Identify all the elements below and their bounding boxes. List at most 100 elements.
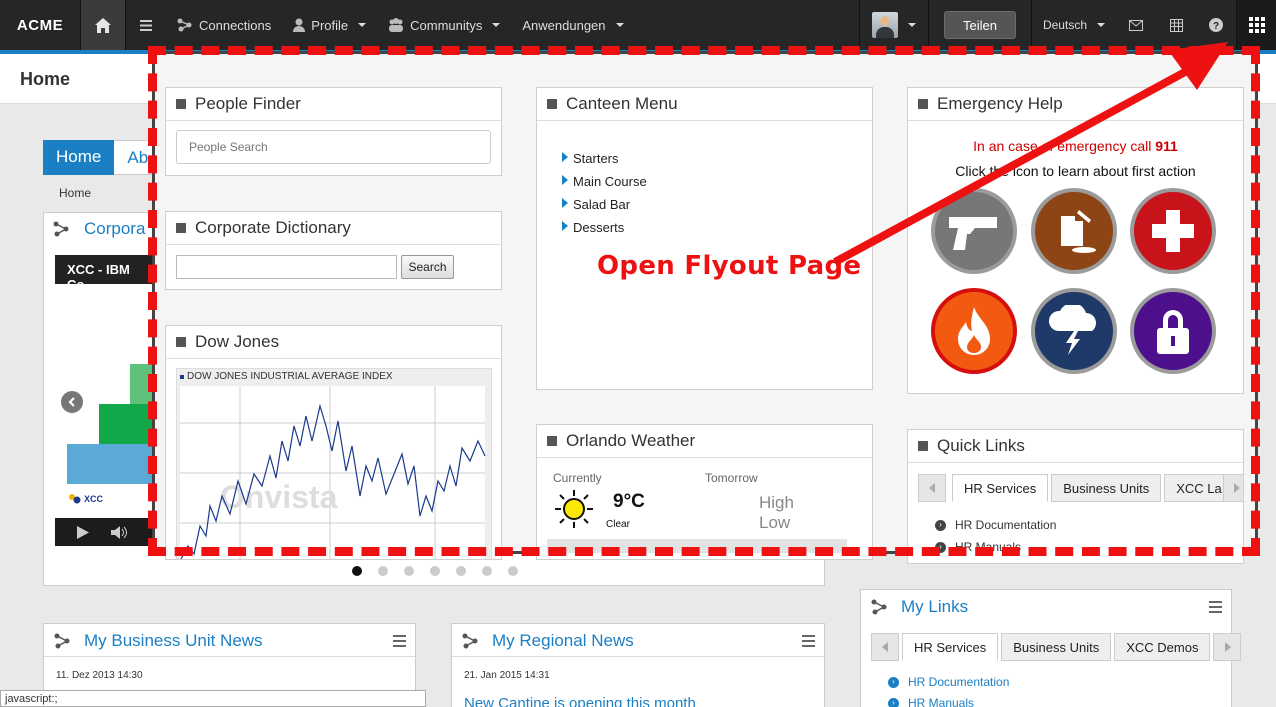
- chevron-down-icon: [1097, 23, 1105, 27]
- gun-icon[interactable]: [931, 188, 1017, 274]
- carousel-dot[interactable]: [430, 566, 440, 576]
- xcc-logo-mark: [69, 494, 81, 504]
- dow-jones-widget: Dow Jones DOW JONES INDUSTRIAL AVERAGE I…: [165, 325, 502, 560]
- tab-business-units[interactable]: Business Units: [1051, 474, 1162, 502]
- news-headline[interactable]: New Cantine is opening this month: [464, 695, 696, 707]
- legend-swatch: [180, 374, 184, 379]
- tab-business-units[interactable]: Business Units: [1001, 633, 1112, 661]
- chevron-down-icon: [907, 23, 916, 27]
- hamburger-icon[interactable]: [393, 635, 406, 650]
- widget-bullet: [176, 99, 186, 109]
- emergency-call-text: In an case of emergency call 911: [908, 138, 1243, 154]
- calendar-icon: [1169, 18, 1183, 32]
- fuel-can-icon[interactable]: [1031, 188, 1117, 274]
- corporate-card-title[interactable]: Corpora: [84, 219, 145, 239]
- svg-text:?: ?: [1213, 21, 1219, 32]
- corporate-dictionary-widget: Corporate Dictionary Search: [165, 211, 502, 290]
- tab-xcc-la[interactable]: XCC La: [1164, 474, 1225, 502]
- business-news-title[interactable]: My Business Unit News: [84, 631, 263, 651]
- chevron-right-icon: [1234, 483, 1241, 493]
- weather-currently-label: Currently: [553, 471, 602, 485]
- dow-chart-frame: DOW JONES INDUSTRIAL AVERAGE INDEX Onvis…: [176, 368, 492, 559]
- play-icon[interactable]: [77, 525, 89, 539]
- tabs-prev-button[interactable]: [871, 633, 899, 661]
- widget-header: Orlando Weather: [537, 425, 872, 458]
- chevron-down-icon: [358, 23, 367, 27]
- my-links-title[interactable]: My Links: [901, 597, 968, 617]
- nav-anwendungen-label: Anwendungen: [522, 17, 606, 33]
- carousel-dot[interactable]: [482, 566, 492, 576]
- canteen-item-desserts[interactable]: Desserts: [562, 216, 647, 239]
- widget-header: People Finder: [166, 88, 501, 121]
- tabs-next-button[interactable]: [1213, 633, 1242, 661]
- help-button[interactable]: ?: [1196, 0, 1236, 50]
- user-menu[interactable]: [860, 0, 928, 50]
- widget-title: Quick Links: [937, 436, 1025, 455]
- widget-bullet: [918, 441, 928, 451]
- carousel-prev-button[interactable]: [61, 391, 83, 413]
- quick-link-item[interactable]: › HR Manuals: [935, 540, 1021, 554]
- dictionary-search-input[interactable]: [176, 255, 397, 279]
- emergency-instruction: Click the icon to learn about first acti…: [955, 163, 1196, 179]
- news-date: 21. Jan 2015 14:31: [464, 670, 550, 681]
- carousel-dot[interactable]: [404, 566, 414, 576]
- nav-profile[interactable]: Profile: [282, 0, 377, 50]
- canteen-item-main-course[interactable]: Main Course: [562, 170, 647, 193]
- mail-button[interactable]: [1116, 0, 1156, 50]
- breadcrumb[interactable]: Home: [59, 186, 91, 200]
- widget-header: Canteen Menu: [537, 88, 872, 121]
- flyout-page: People Finder Corporate Dictionary Searc…: [152, 51, 1258, 564]
- nav-communitys[interactable]: Communitys: [377, 0, 511, 50]
- widget-title: Emergency Help: [937, 94, 1063, 113]
- fire-icon[interactable]: [931, 288, 1017, 374]
- lock-icon[interactable]: [1130, 288, 1216, 374]
- weather-temperature: 9°C: [613, 491, 645, 512]
- my-link-item[interactable]: › HR Documentation: [888, 675, 1009, 689]
- quick-links-tabs: HR Services Business Units XCC La: [918, 474, 1243, 502]
- dictionary-search-button[interactable]: Search: [401, 255, 454, 279]
- regional-news-title[interactable]: My Regional News: [492, 631, 634, 651]
- share-button[interactable]: Teilen: [943, 11, 1016, 39]
- news-date: 11. Dez 2013 14:30: [56, 670, 143, 681]
- carousel-dot[interactable]: [378, 566, 388, 576]
- calendar-button[interactable]: [1156, 0, 1196, 50]
- tabs-next-button[interactable]: [1222, 474, 1243, 502]
- canteen-item-starters[interactable]: Starters: [562, 147, 647, 170]
- acme-logo[interactable]: ACME: [0, 0, 80, 50]
- weather-low-label: Low: [759, 513, 791, 532]
- widget-header: Dow Jones: [166, 326, 501, 359]
- sun-icon: [555, 490, 593, 528]
- widget-header: Corporate Dictionary: [166, 212, 501, 245]
- volume-icon[interactable]: [111, 525, 127, 539]
- storm-icon[interactable]: [1031, 288, 1117, 374]
- home-button[interactable]: [80, 0, 126, 50]
- carousel-dot[interactable]: [508, 566, 518, 576]
- nav-communitys-label: Communitys: [410, 17, 483, 33]
- hamburger-icon[interactable]: [1209, 601, 1222, 616]
- nav-anwendungen[interactable]: Anwendungen: [511, 0, 634, 50]
- first-aid-icon[interactable]: [1130, 188, 1216, 274]
- person-icon: [293, 18, 306, 32]
- people-search-input[interactable]: [176, 130, 491, 164]
- tabs-prev-button[interactable]: [918, 474, 946, 502]
- canteen-item-salad-bar[interactable]: Salad Bar: [562, 193, 647, 216]
- carousel-graphic-3: [67, 444, 155, 484]
- tab-xcc-demos[interactable]: XCC Demos: [1114, 633, 1211, 661]
- menu-toggle-button[interactable]: [126, 0, 166, 50]
- top-navigation-bar: ACME Connections Profile Communitys Anwe…: [0, 0, 1276, 50]
- tab-hr-services[interactable]: HR Services: [952, 474, 1049, 502]
- language-selector[interactable]: Deutsch: [1032, 0, 1116, 50]
- tab-hr-services[interactable]: HR Services: [902, 633, 999, 661]
- quick-link-item[interactable]: › HR Documentation: [935, 518, 1056, 532]
- my-link-item[interactable]: › HR Manuals: [888, 696, 974, 707]
- carousel-dot[interactable]: [352, 566, 362, 576]
- page-tabs: Home Ab: [43, 140, 163, 175]
- apps-button[interactable]: [1236, 0, 1276, 50]
- carousel-dot[interactable]: [456, 566, 466, 576]
- nav-connections[interactable]: Connections: [166, 0, 282, 50]
- network-icon: [462, 633, 478, 649]
- hamburger-icon[interactable]: [802, 635, 815, 650]
- widget-bullet: [176, 337, 186, 347]
- divider: [44, 656, 415, 657]
- tab-home[interactable]: Home: [43, 140, 115, 175]
